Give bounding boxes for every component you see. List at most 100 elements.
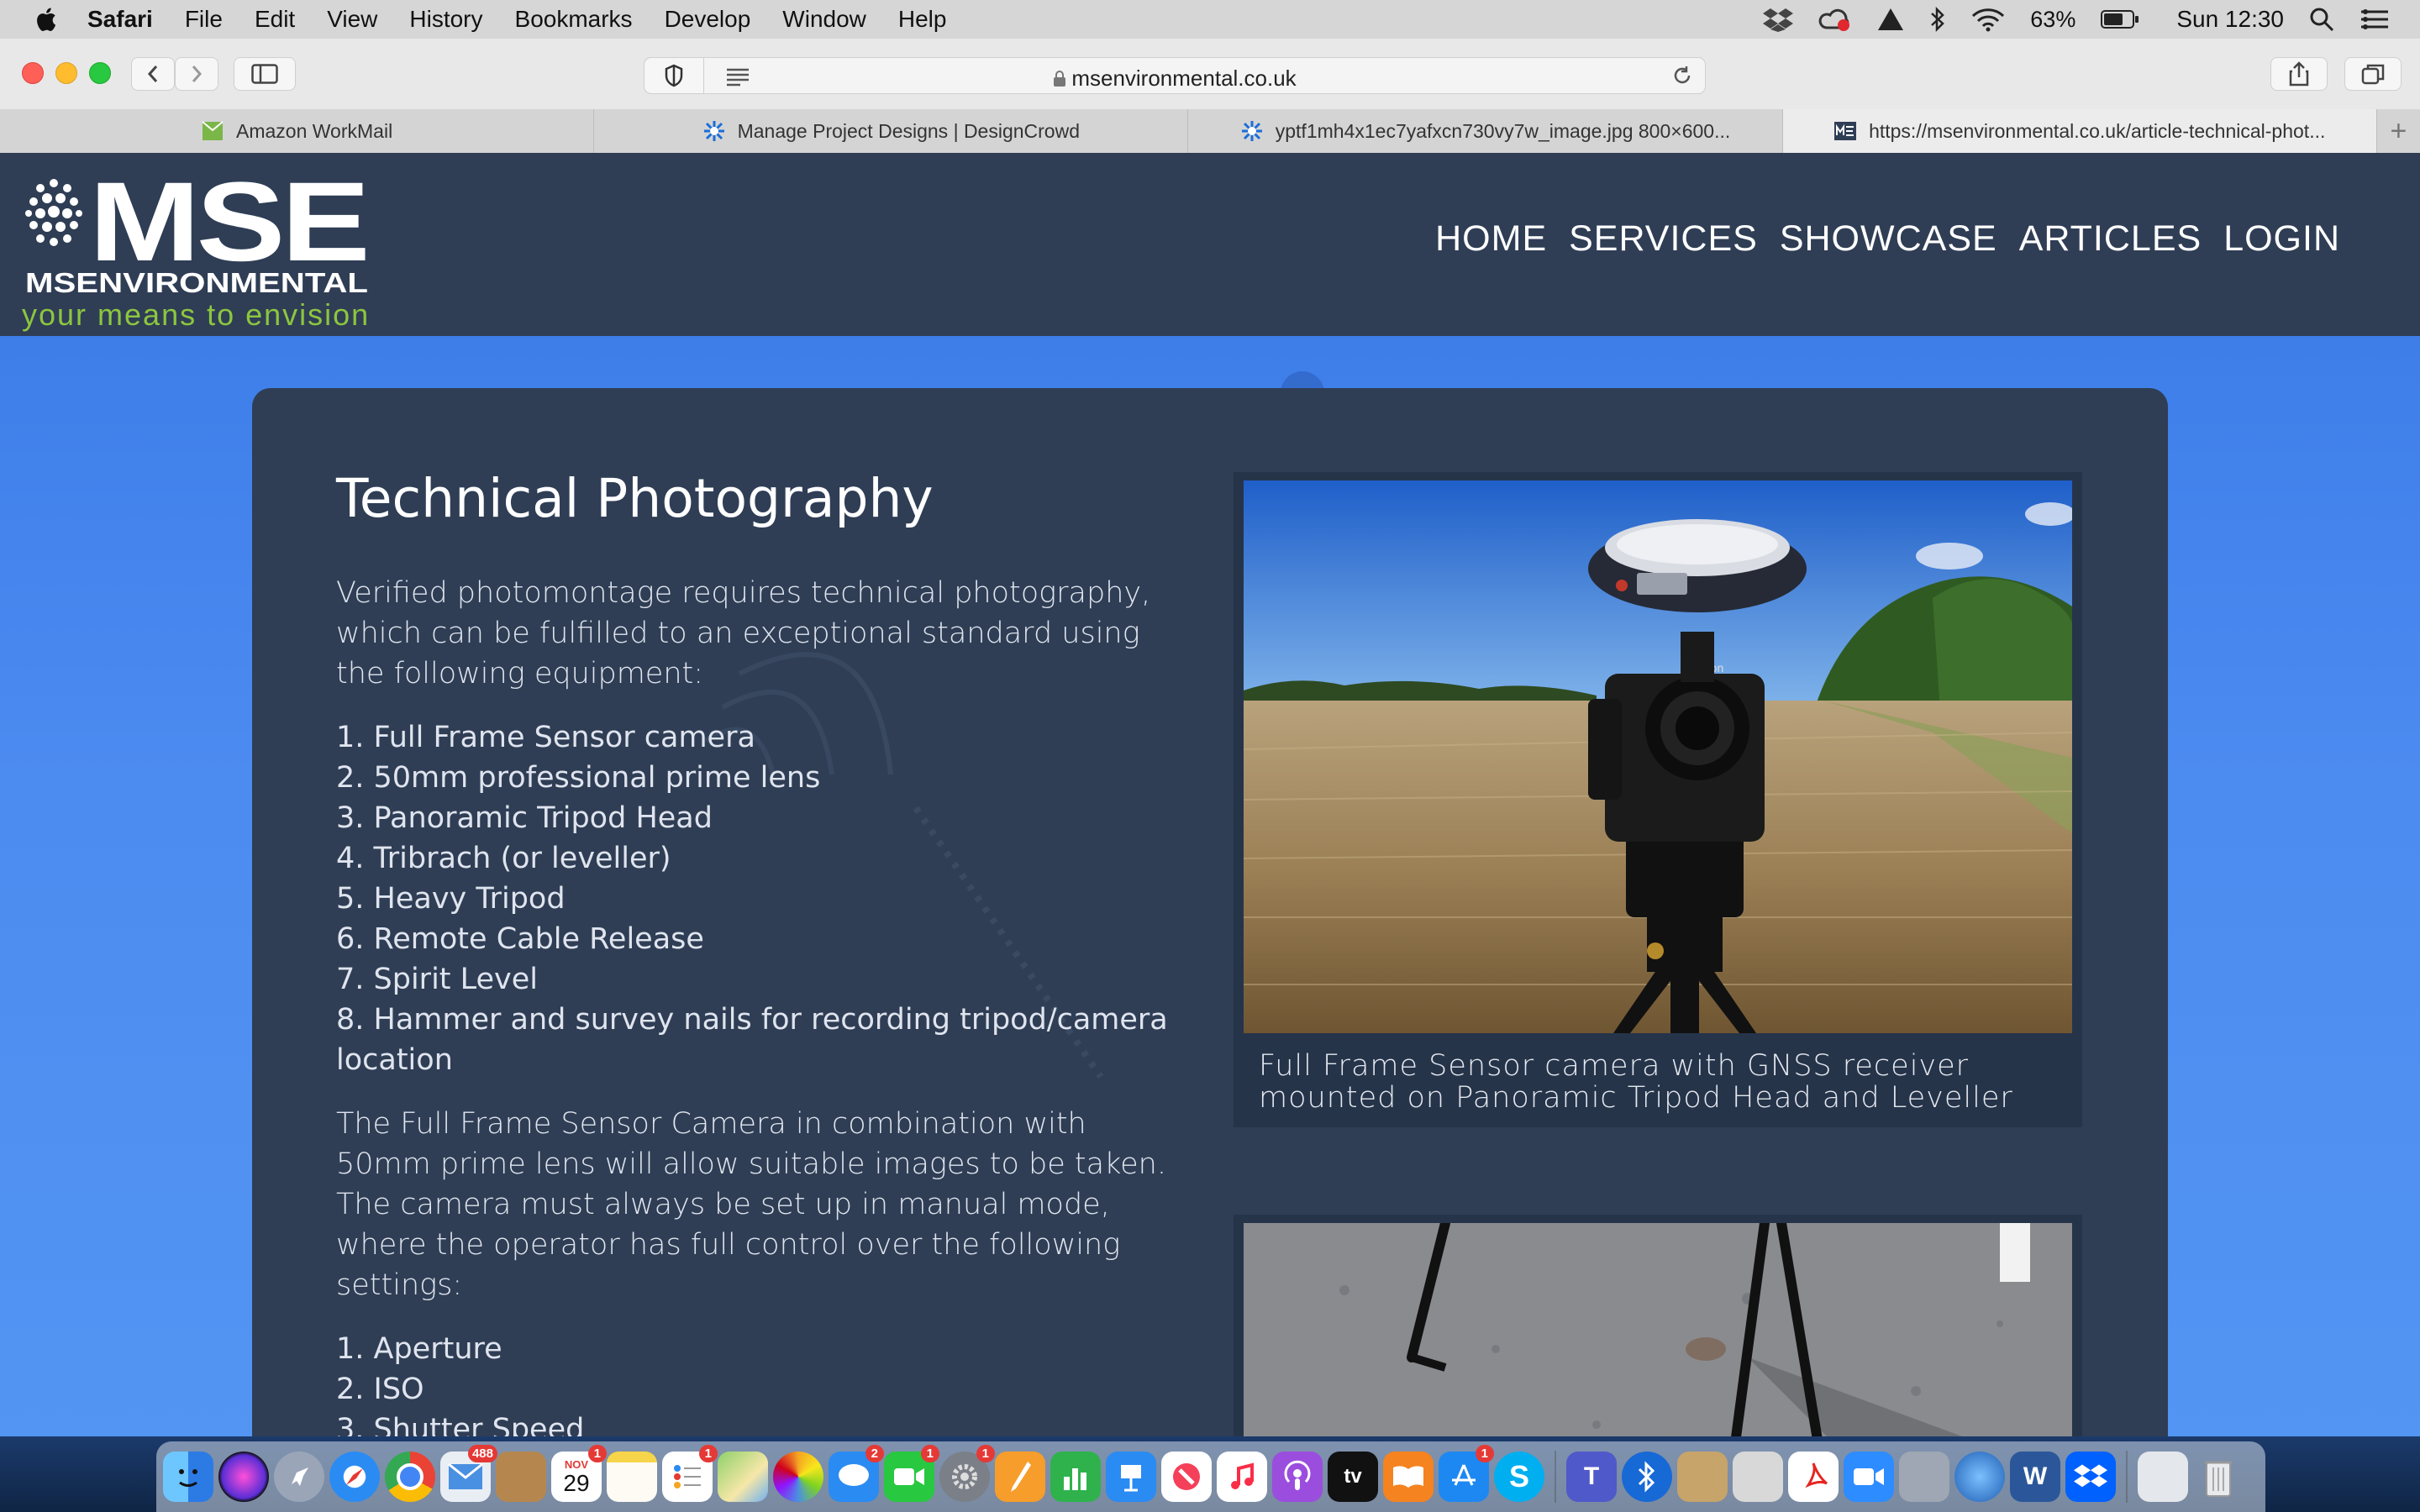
image-capture-icon[interactable]: [1899, 1452, 1949, 1502]
apple-logo-icon[interactable]: [34, 6, 57, 33]
creative-cloud-icon[interactable]: [1818, 7, 1852, 32]
reminders-icon[interactable]: 1: [662, 1445, 718, 1502]
privacy-report-button[interactable]: [644, 57, 704, 94]
article-card: Technical Photography Verified photomont…: [252, 388, 2168, 1446]
tab-msenvironmental-article[interactable]: https://msenvironmental.co.uk/article-te…: [1782, 109, 2377, 153]
control-center-icon[interactable]: [2360, 7, 2390, 32]
menu-view[interactable]: View: [327, 6, 377, 33]
mail-icon[interactable]: 488: [440, 1445, 497, 1502]
clock[interactable]: Sun 12:30: [2176, 6, 2284, 33]
menu-history[interactable]: History: [409, 6, 482, 33]
skype-icon[interactable]: S: [1494, 1452, 1544, 1502]
bluetooth-symbol-icon: [1638, 1461, 1655, 1493]
app-store-icon[interactable]: 1: [1439, 1445, 1494, 1502]
nav-login[interactable]: LOGIN: [2223, 218, 2340, 260]
books-icon[interactable]: [1383, 1452, 1434, 1502]
share-icon: [2289, 61, 2309, 87]
nav-services[interactable]: SERVICES: [1569, 218, 1758, 260]
app-store-badge: 1: [1475, 1445, 1494, 1462]
menu-bookmarks[interactable]: Bookmarks: [515, 6, 633, 33]
figure-camera-photo: Canon Full Frame Sensor camera with GNSS…: [1234, 472, 2082, 1127]
news-icon[interactable]: [1161, 1452, 1212, 1502]
facetime-badge: 1: [920, 1445, 939, 1462]
tripod-on-asphalt-photo[interactable]: [1244, 1223, 2072, 1446]
dropbox-icon[interactable]: [1763, 7, 1794, 32]
acrobat-logo-icon: [1805, 1462, 1828, 1488]
plus-icon: +: [2390, 114, 2407, 147]
maps-icon[interactable]: [718, 1452, 768, 1502]
sidebar-toggle-button[interactable]: [234, 57, 296, 91]
article-text-column: Technical Photography Verified photomont…: [336, 468, 1176, 1446]
mse-favicon-icon: [1834, 122, 1857, 140]
nav-showcase[interactable]: SHOWCASE: [1780, 218, 1997, 260]
pen-icon: [1011, 1462, 1031, 1492]
menu-edit[interactable]: Edit: [255, 6, 295, 33]
acrobat-icon[interactable]: [1788, 1452, 1839, 1502]
launchpad-icon[interactable]: [274, 1452, 324, 1502]
close-window-button[interactable]: [22, 62, 44, 84]
list-item: 5. Heavy Tripod: [336, 882, 566, 916]
share-button[interactable]: [2270, 57, 2328, 91]
wifi-icon[interactable]: [1971, 7, 2005, 32]
downloads-stack-icon[interactable]: [2138, 1452, 2188, 1502]
tab-image-jpg[interactable]: yptf1mh4x1ec7yafxcn730vy7w_image.jpg 800…: [1188, 109, 1783, 153]
camera-on-tripod-photo[interactable]: Canon: [1244, 480, 2072, 1033]
menu-window[interactable]: Window: [782, 6, 866, 33]
gear-icon: [952, 1464, 977, 1489]
address-bar[interactable]: msenvironmental.co.uk: [644, 57, 1706, 94]
google-drive-icon[interactable]: [1877, 7, 1904, 32]
tab-amazon-workmail[interactable]: Amazon WorkMail: [0, 109, 595, 153]
pages-icon[interactable]: [995, 1452, 1045, 1502]
archive-utility-icon[interactable]: [1677, 1452, 1728, 1502]
new-tab-button[interactable]: +: [2377, 109, 2420, 153]
trash-icon[interactable]: [2193, 1452, 2244, 1502]
photo-caption: Full Frame Sensor camera with GNSS recei…: [1259, 1049, 2013, 1115]
finder-icon[interactable]: [163, 1452, 213, 1502]
facetime-icon[interactable]: 1: [884, 1445, 939, 1502]
tab-designcrowd[interactable]: Manage Project Designs | DesignCrowd: [594, 109, 1189, 153]
tab-overview-button[interactable]: [2344, 57, 2402, 91]
contacts-icon[interactable]: [496, 1452, 546, 1502]
music-icon[interactable]: [1217, 1452, 1267, 1502]
minimize-window-button[interactable]: [55, 62, 77, 84]
apple-tv-icon[interactable]: tv: [1328, 1452, 1378, 1502]
zoom-icon[interactable]: [1844, 1452, 1894, 1502]
network-globe-icon[interactable]: [1954, 1452, 2005, 1502]
menu-develop[interactable]: Develop: [665, 6, 751, 33]
calendar-icon[interactable]: NOV 29 1: [551, 1445, 607, 1502]
bluetooth-app-icon[interactable]: [1622, 1452, 1672, 1502]
back-button[interactable]: [131, 57, 175, 91]
teams-icon[interactable]: T: [1566, 1452, 1617, 1502]
zoom-window-button[interactable]: [89, 62, 111, 84]
list-item: 1. Aperture: [336, 1332, 502, 1366]
tab-title: Amazon WorkMail: [236, 119, 393, 142]
dropbox-app-icon[interactable]: [2065, 1452, 2116, 1502]
siri-icon[interactable]: [218, 1452, 269, 1502]
list-item: 8. Hammer and survey nails for recording…: [336, 1003, 1168, 1077]
menu-help[interactable]: Help: [898, 6, 947, 33]
forward-button[interactable]: [175, 57, 218, 91]
reload-icon[interactable]: [1671, 65, 1693, 87]
word-icon[interactable]: W: [2010, 1452, 2060, 1502]
menu-file[interactable]: File: [185, 6, 223, 33]
bluetooth-icon[interactable]: [1929, 7, 1946, 32]
messages-icon[interactable]: 2: [829, 1445, 884, 1502]
preview-icon[interactable]: [1733, 1452, 1783, 1502]
notes-icon[interactable]: [607, 1452, 657, 1502]
menu-app-name[interactable]: Safari: [87, 6, 153, 33]
numbers-icon[interactable]: [1050, 1452, 1101, 1502]
spotlight-search-icon[interactable]: [2309, 7, 2334, 32]
podcasts-icon[interactable]: [1272, 1452, 1323, 1502]
settings-list: 1. Aperture 2. ISO 3. Shutter Speed: [336, 1329, 1176, 1446]
system-preferences-icon[interactable]: 1: [939, 1445, 995, 1502]
safari-icon[interactable]: [329, 1452, 380, 1502]
open-book-icon: [1393, 1466, 1423, 1488]
nav-home[interactable]: HOME: [1435, 218, 1547, 260]
nav-articles[interactable]: ARTICLES: [2019, 218, 2202, 260]
keynote-icon[interactable]: [1106, 1452, 1156, 1502]
photos-icon[interactable]: [773, 1452, 823, 1502]
battery-icon[interactable]: [2101, 9, 2139, 29]
list-item: 7. Spirit Level: [336, 963, 539, 996]
list-item: 6. Remote Cable Release: [336, 922, 704, 956]
chrome-icon[interactable]: [385, 1452, 435, 1502]
